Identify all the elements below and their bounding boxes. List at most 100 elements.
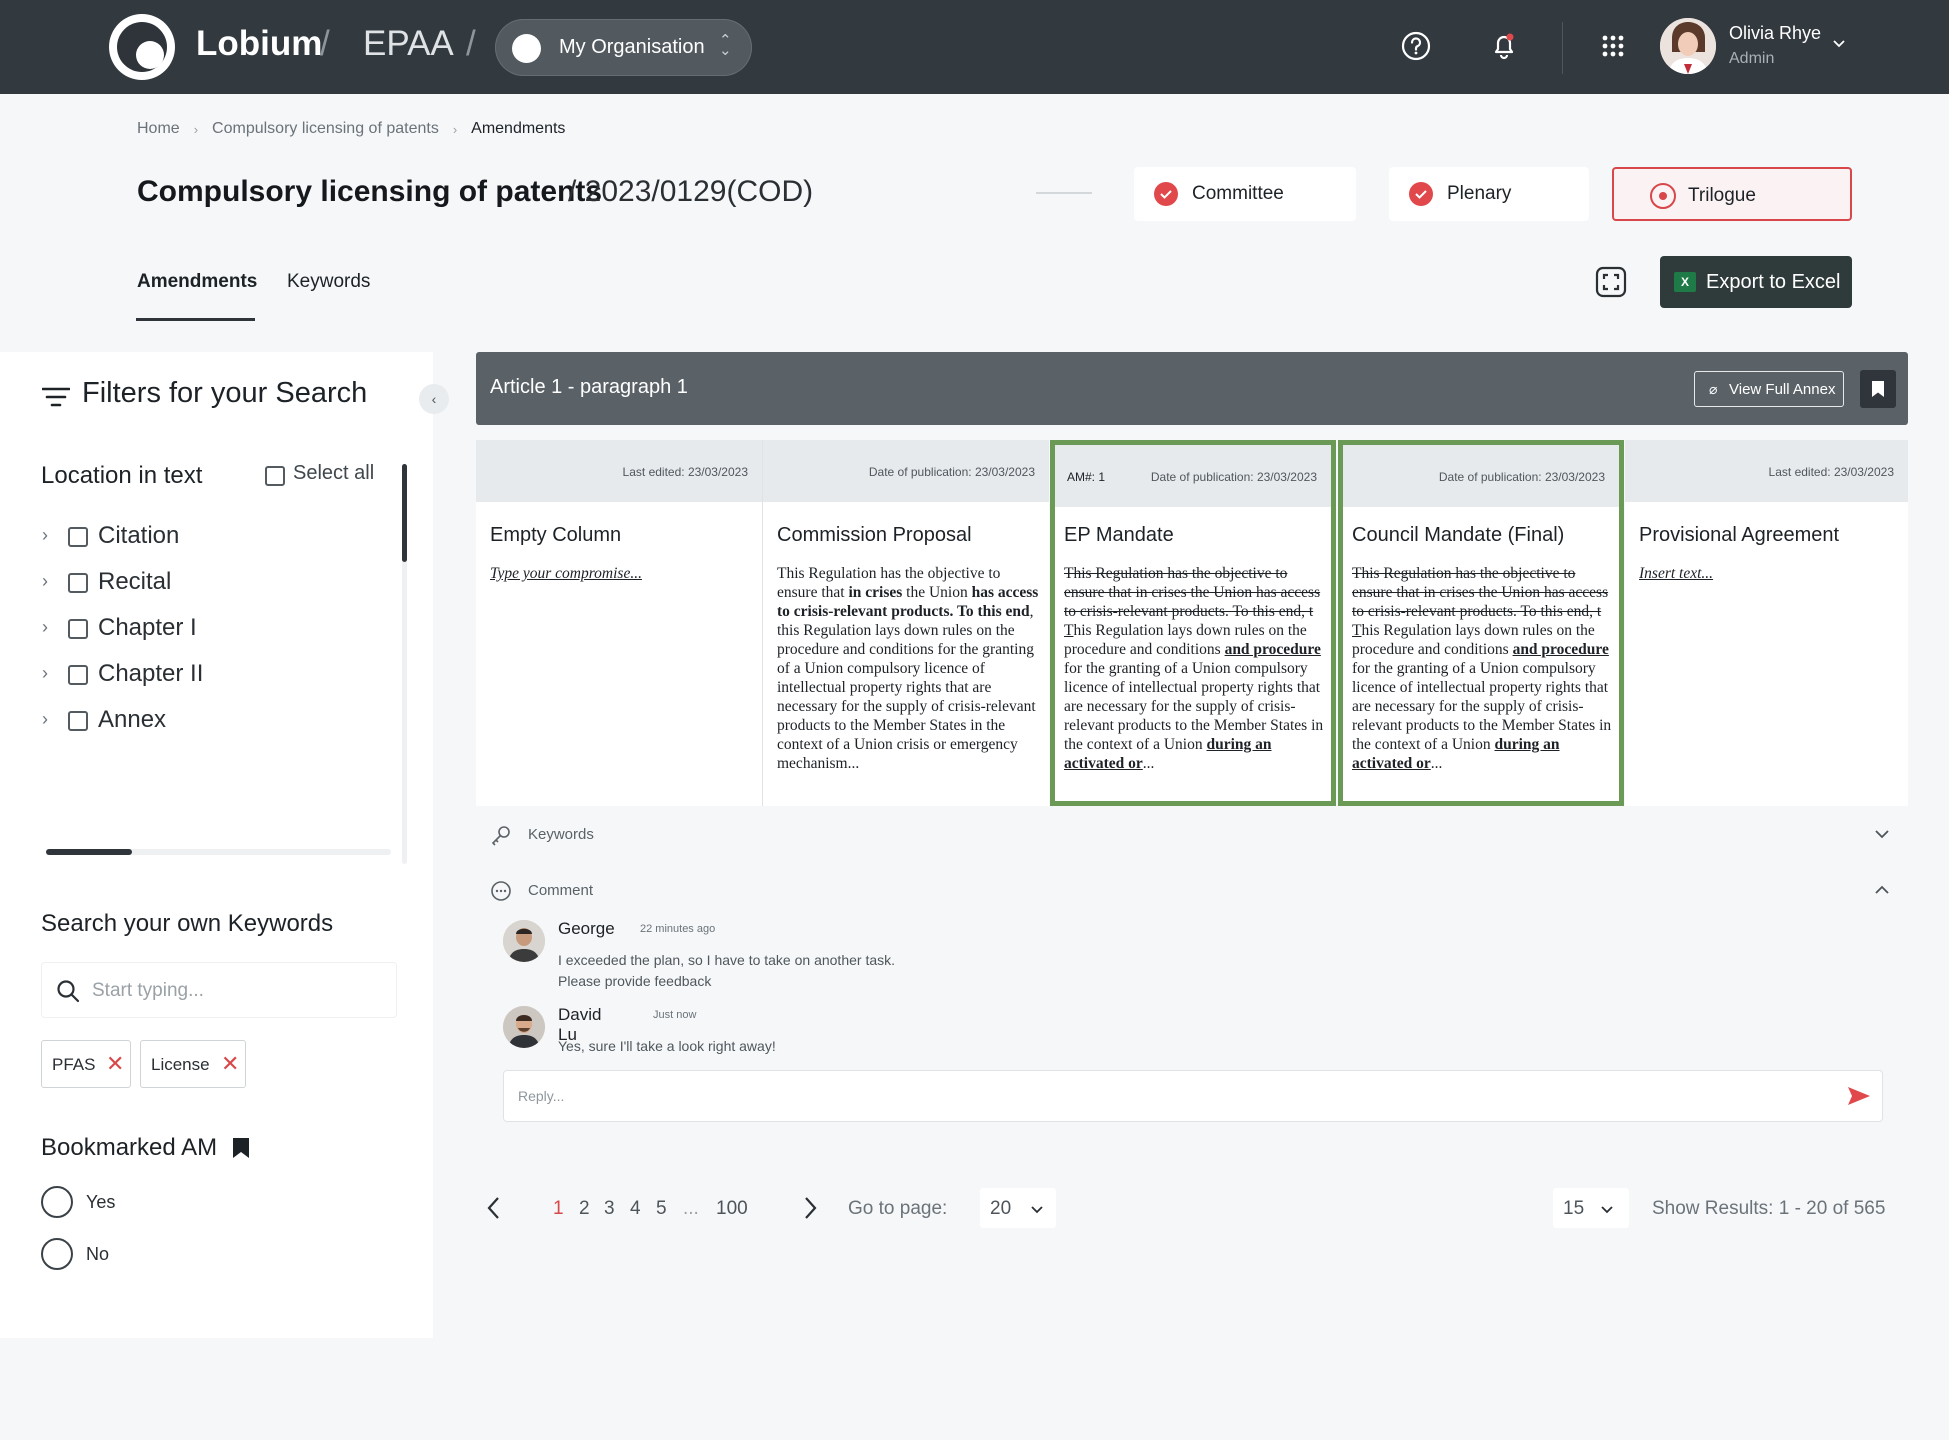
tab-amendments[interactable]: Amendments (137, 271, 257, 293)
tree-checkbox[interactable] (68, 711, 88, 731)
stage-label: Trilogue (1688, 185, 1756, 206)
chevron-up-icon[interactable] (1874, 882, 1890, 898)
breadcrumb-current: Amendments (471, 120, 566, 137)
compromise-input[interactable]: Type your compromise... (490, 564, 755, 583)
key-icon (491, 826, 510, 846)
agreement-placeholder: Insert text... (1639, 565, 1714, 582)
comment-label: Comment (528, 882, 594, 899)
filters-title: Filters for your Search (82, 377, 368, 409)
bookmark-no-radio[interactable] (41, 1238, 73, 1270)
chevron-right-icon[interactable]: › (42, 709, 48, 730)
column-title: Commission Proposal (777, 524, 972, 546)
meta-date: 23/03/2023 (974, 465, 1035, 479)
column-provisional-agreement: Last edited: 23/03/2023 Provisional Agre… (1625, 440, 1908, 806)
chevron-down-icon[interactable] (1832, 36, 1846, 50)
commenter-name: George (558, 919, 615, 938)
stage-trilogue[interactable]: Trilogue (1612, 167, 1852, 221)
stage-committee[interactable]: Committee (1134, 167, 1356, 221)
procedure-code: / 2023/0129(COD) (568, 175, 814, 208)
tree-checkbox[interactable] (68, 665, 88, 685)
amendment-number: AM#: 1 (1067, 470, 1106, 484)
chip-label: PFAS (52, 1055, 96, 1074)
user-avatar[interactable] (1660, 18, 1716, 74)
chevron-down-icon[interactable] (1874, 826, 1890, 842)
tree-label: Citation (98, 522, 180, 549)
next-page-icon[interactable] (800, 1195, 820, 1221)
up-down-caret-icon: ⌃ ⌄ (719, 32, 732, 59)
active-tab-indicator (136, 318, 255, 321)
send-icon[interactable] (1846, 1085, 1872, 1107)
column-commission-proposal: Date of publication: 23/03/2023 Commissi… (763, 440, 1049, 806)
product-name[interactable]: EPAA (363, 24, 454, 64)
comment-row[interactable]: Comment (476, 866, 1908, 916)
bookmark-no-label[interactable]: No (86, 1244, 109, 1265)
keyword-search-input[interactable]: Start typing... (41, 962, 397, 1018)
council-mandate-text: This Regulation has the objective to ens… (1352, 565, 1612, 772)
tab-keywords[interactable]: Keywords (287, 271, 370, 293)
page-1[interactable]: 1 (553, 1198, 564, 1220)
select-all-label[interactable]: Select all (293, 462, 374, 485)
meta-date: 23/03/2023 (1833, 465, 1894, 479)
breadcrumb-chevron-icon: › (193, 121, 199, 137)
stage-plenary[interactable]: Plenary (1389, 167, 1589, 221)
page-4[interactable]: 4 (630, 1198, 641, 1220)
bell-icon[interactable] (1488, 30, 1520, 62)
tree-checkbox[interactable] (68, 527, 88, 547)
page-3[interactable]: 3 (604, 1198, 615, 1220)
bookmark-icon (233, 1138, 249, 1158)
tree-checkbox[interactable] (68, 619, 88, 639)
column-meta: Last edited: 23/03/2023 (1625, 440, 1908, 502)
chevron-right-icon[interactable]: › (42, 617, 48, 638)
page-5[interactable]: 5 (656, 1198, 667, 1220)
agreement-input[interactable]: Insert text... (1639, 564, 1904, 583)
collapse-panel-icon[interactable]: ‹ (419, 384, 449, 414)
apps-grid-icon[interactable] (1597, 30, 1629, 62)
goto-page-select[interactable]: 20 (980, 1188, 1056, 1228)
keyword-chip-pfas[interactable]: PFAS ✕ (41, 1040, 131, 1088)
goto-page-label: Go to page: (848, 1198, 948, 1219)
commenter-avatar (503, 920, 545, 962)
page-2[interactable]: 2 (579, 1198, 590, 1220)
expand-icon[interactable] (1594, 265, 1628, 299)
bookmark-filter-title: Bookmarked AM (41, 1134, 218, 1161)
view-full-annex-button[interactable]: ⌀ View Full Annex (1694, 371, 1844, 407)
select-all-checkbox[interactable] (265, 466, 285, 486)
chevron-right-icon[interactable]: › (42, 525, 48, 546)
vertical-scrollbar[interactable] (402, 464, 407, 864)
chevron-right-icon[interactable]: › (42, 663, 48, 684)
help-icon[interactable] (1400, 30, 1432, 62)
tree-label: Chapter I (98, 614, 197, 641)
bookmark-button[interactable] (1860, 370, 1896, 408)
breadcrumb-dossier[interactable]: Compulsory licensing of patents (212, 120, 439, 138)
comment-icon (491, 881, 511, 901)
keywords-row[interactable]: Keywords (476, 810, 1908, 860)
logo-icon[interactable] (109, 14, 175, 80)
per-page-select[interactable]: 15 (1553, 1188, 1629, 1228)
page-100[interactable]: 100 (716, 1198, 748, 1220)
keyword-search-title: Search your own Keywords (41, 910, 334, 937)
previous-page-icon[interactable] (484, 1195, 504, 1221)
meta-date: 23/03/2023 (687, 465, 748, 479)
search-icon (57, 980, 80, 1003)
keyword-chip-license[interactable]: License ✕ (140, 1040, 246, 1088)
comment-text: I exceeded the plan, so I have to take o… (558, 952, 896, 989)
bookmark-yes-radio[interactable] (41, 1186, 73, 1218)
export-label: Export to Excel (1706, 271, 1841, 293)
ep-mandate-text: This Regulation has the objective to ens… (1064, 565, 1324, 772)
chevron-right-icon[interactable]: › (42, 571, 48, 592)
reply-input[interactable]: Reply... (503, 1070, 1883, 1122)
breadcrumb-home[interactable]: Home (137, 120, 180, 138)
bookmark-icon (1872, 381, 1884, 397)
horizontal-scrollbar[interactable] (46, 849, 391, 855)
check-icon (1154, 182, 1178, 206)
close-icon[interactable]: ✕ (221, 1053, 239, 1075)
close-icon[interactable]: ✕ (106, 1053, 124, 1075)
brand-name[interactable]: Lobium (196, 24, 322, 64)
check-icon (1409, 182, 1433, 206)
commenter-avatar (503, 1006, 545, 1048)
organisation-switcher[interactable]: My Organisation ⌃ ⌄ (495, 19, 752, 76)
tree-checkbox[interactable] (68, 573, 88, 593)
bookmark-yes-label[interactable]: Yes (86, 1192, 115, 1213)
comment-text: Yes, sure I'll take a look right away! (558, 1038, 776, 1054)
export-to-excel-button[interactable]: X Export to Excel (1660, 256, 1852, 308)
